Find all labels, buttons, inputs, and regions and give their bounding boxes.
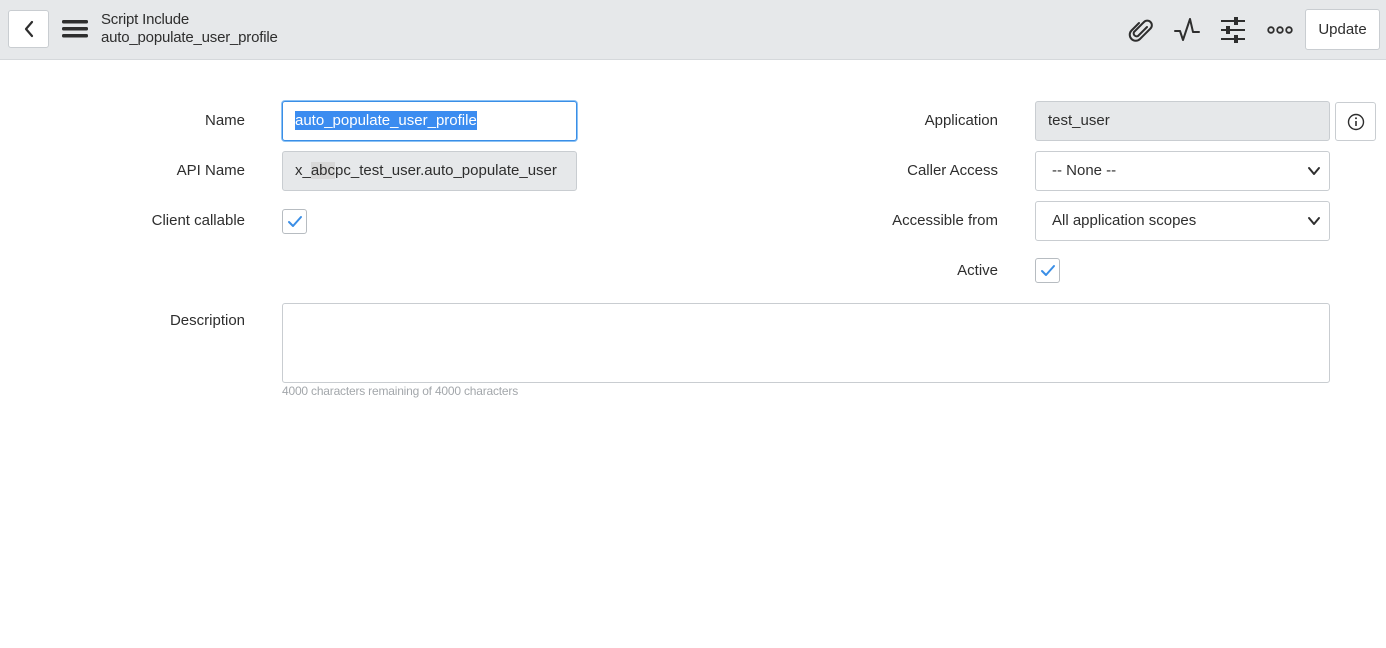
record-title: Script Include auto_populate_user_profil… (101, 10, 278, 47)
api-name-suffix: pc_test_user.auto_populate_user (335, 162, 557, 179)
update-button[interactable]: Update (1305, 9, 1380, 50)
name-input[interactable]: auto_populate_user_profile (282, 101, 577, 141)
application-value: test_user (1048, 112, 1110, 129)
name-input-value: auto_populate_user_profile (295, 111, 477, 130)
api-name-field[interactable]: x_abcpc_test_user.auto_populate_user (282, 151, 577, 191)
record-name: auto_populate_user_profile (101, 29, 278, 46)
activity-button[interactable] (1172, 15, 1202, 45)
accessible-from-label: Accessible from (892, 212, 998, 229)
paperclip-icon (1128, 19, 1153, 42)
application-label: Application (924, 112, 998, 129)
chevron-down-icon (1308, 167, 1320, 175)
description-textarea[interactable] (282, 303, 1330, 383)
name-label: Name (204, 112, 245, 129)
chevron-down-icon (1308, 217, 1320, 225)
application-info-button[interactable] (1335, 102, 1376, 141)
form-header: Script Include auto_populate_user_profil… (0, 0, 1386, 60)
more-options-icon (1267, 26, 1293, 34)
caller-access-select[interactable]: -- None -- (1035, 151, 1330, 191)
accessible-from-value: All application scopes (1052, 212, 1197, 229)
api-name-highlight: abc (310, 162, 336, 179)
description-char-count: 4000 characters remaining of 4000 charac… (282, 384, 519, 398)
caller-access-value: -- None -- (1052, 162, 1117, 179)
api-name-prefix: x_ (295, 162, 311, 179)
active-checkbox[interactable] (1035, 258, 1060, 283)
sliders-icon (1221, 17, 1245, 43)
hamburger-menu-icon[interactable] (62, 18, 88, 40)
caller-access-label: Caller Access (907, 162, 998, 179)
activity-pulse-icon (1174, 18, 1200, 41)
chevron-left-icon (24, 20, 33, 38)
accessible-from-select[interactable]: All application scopes (1035, 201, 1330, 241)
client-callable-checkbox[interactable] (282, 209, 307, 234)
checkmark-icon (287, 215, 302, 227)
application-field[interactable]: test_user (1035, 101, 1330, 141)
personalize-button[interactable] (1218, 15, 1248, 45)
back-button[interactable] (8, 10, 49, 48)
api-name-label: API Name (176, 162, 245, 179)
record-type: Script Include (101, 11, 190, 28)
client-callable-label: Client callable (151, 212, 245, 229)
attachment-button[interactable] (1126, 15, 1156, 45)
more-options-button[interactable] (1265, 15, 1295, 45)
checkmark-icon (1040, 264, 1055, 276)
info-icon (1347, 113, 1364, 130)
description-label: Description (169, 312, 245, 329)
active-label: Active (957, 262, 998, 279)
